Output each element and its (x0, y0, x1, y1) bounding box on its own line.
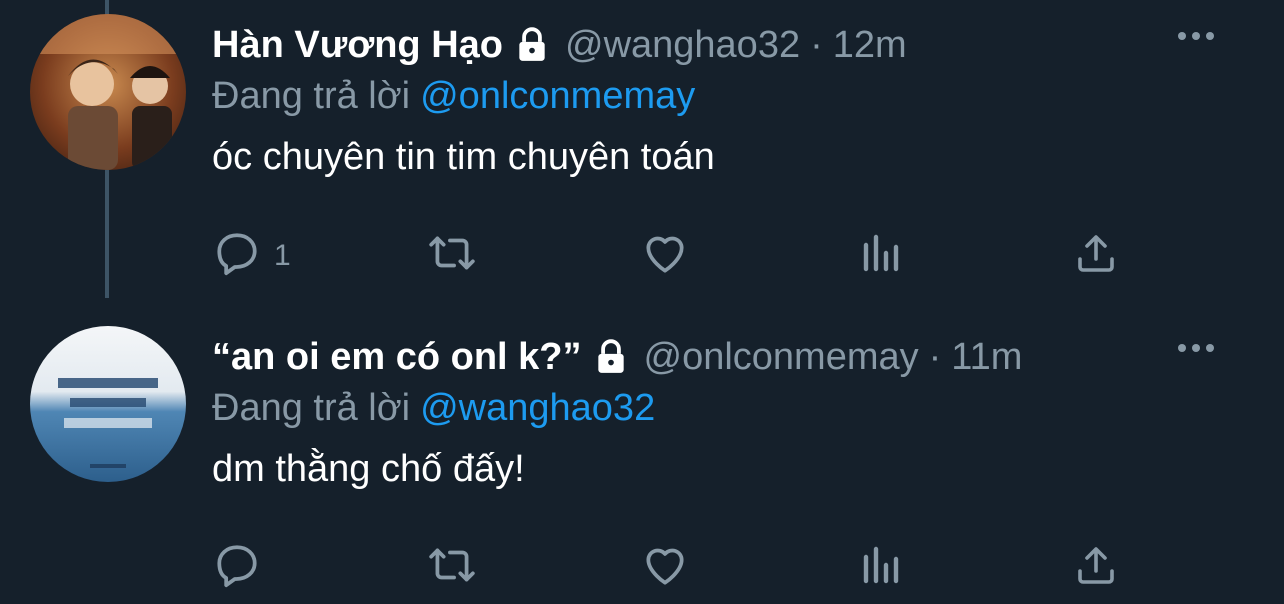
display-name[interactable]: “an oi em có onl k?” (212, 336, 582, 379)
reply-prefix: Đang trả lời (212, 387, 411, 429)
tweet-text: dm thằng chố đấy! (212, 448, 525, 490)
tweet-header: Hàn Vương Hạo @wanghao32 · 12m (212, 20, 1214, 70)
share-button[interactable] (1072, 540, 1120, 595)
analytics-icon (858, 228, 902, 283)
analytics-icon (858, 540, 902, 595)
action-bar (212, 540, 1132, 590)
like-icon (640, 228, 690, 283)
analytics-button[interactable] (858, 228, 902, 283)
lock-icon (513, 26, 551, 64)
reply-prefix: Đang trả lời (212, 75, 411, 117)
tweet-header: “an oi em có onl k?” @onlconmemay · 11m (212, 332, 1214, 382)
replying-to: Đang trả lời @wanghao32 (212, 382, 1214, 434)
reply-button[interactable]: 1 (212, 228, 291, 283)
user-handle[interactable]: @wanghao32 (565, 24, 800, 67)
avatar[interactable] (30, 326, 186, 482)
more-icon[interactable] (1178, 32, 1214, 40)
share-button[interactable] (1072, 228, 1120, 283)
reply-icon (212, 540, 262, 595)
retweet-icon (424, 228, 480, 283)
separator: · (810, 23, 823, 66)
timestamp[interactable]: 11m (951, 336, 1022, 379)
reply-to-mention[interactable]: @onlconmemay (420, 75, 695, 117)
like-icon (640, 540, 690, 595)
reply-count: 1 (274, 238, 291, 272)
more-icon[interactable] (1178, 344, 1214, 352)
like-button[interactable] (640, 540, 690, 595)
timestamp[interactable]: 12m (833, 24, 907, 67)
like-button[interactable] (640, 228, 690, 283)
replying-to: Đang trả lời @onlconmemay (212, 70, 1214, 122)
user-handle[interactable]: @onlconmemay (644, 336, 919, 379)
retweet-icon (424, 540, 480, 595)
reply-button[interactable] (212, 540, 274, 595)
share-icon (1072, 540, 1120, 595)
analytics-button[interactable] (858, 540, 902, 595)
action-bar: 1 (212, 228, 1132, 278)
lock-icon (592, 338, 630, 376)
reply-to-mention[interactable]: @wanghao32 (420, 387, 655, 429)
display-name[interactable]: Hàn Vương Hạo (212, 24, 503, 67)
retweet-button[interactable] (424, 228, 480, 283)
avatar[interactable] (30, 14, 186, 170)
reply-icon (212, 228, 262, 283)
tweet-text: óc chuyên tin tim chuyên toán (212, 136, 715, 178)
share-icon (1072, 228, 1120, 283)
separator: · (928, 335, 942, 378)
retweet-button[interactable] (424, 540, 480, 595)
